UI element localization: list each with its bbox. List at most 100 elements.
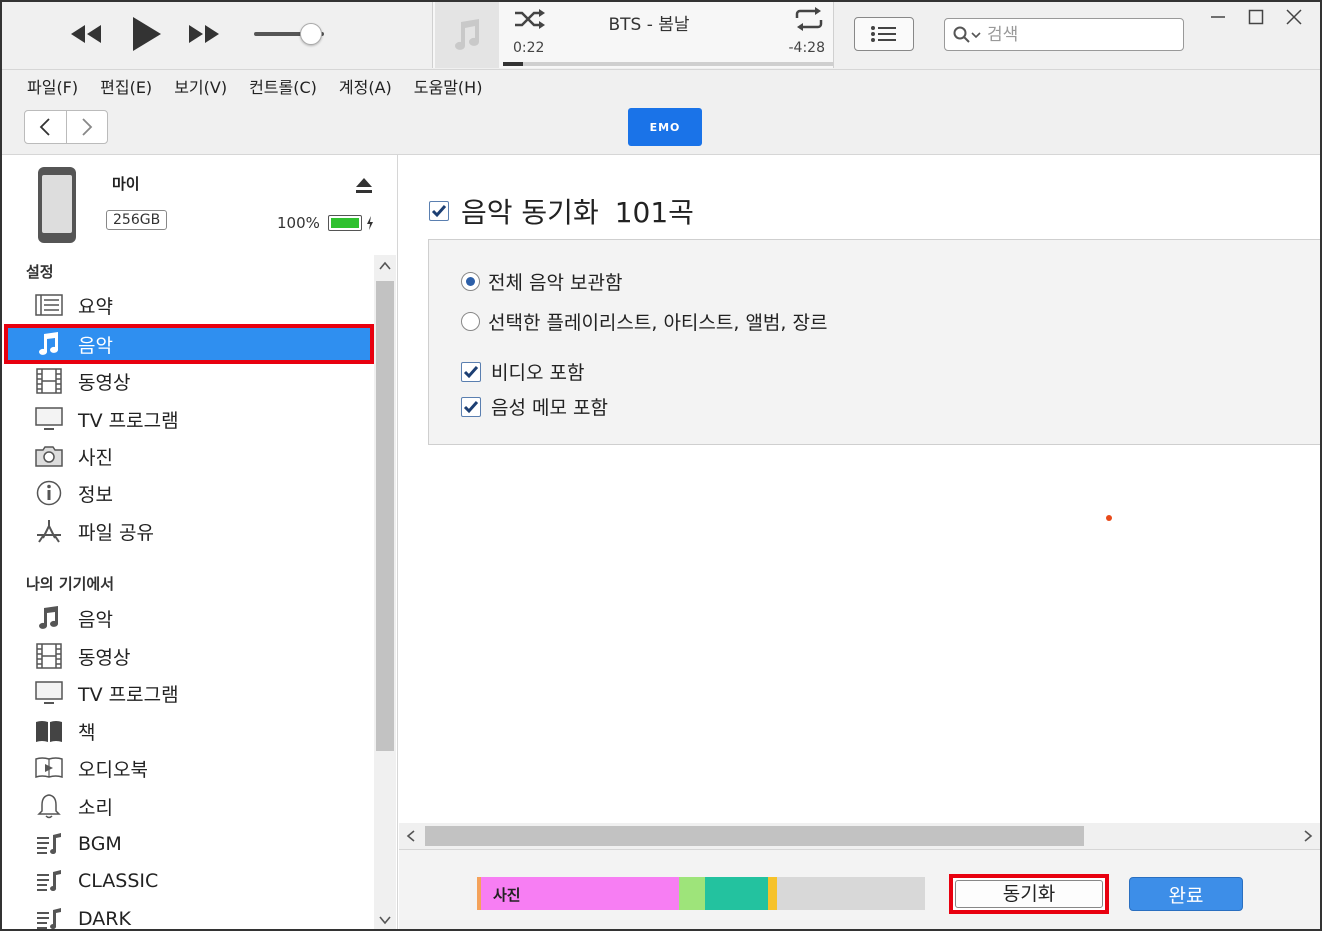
search-input[interactable] xyxy=(987,24,1157,45)
play-button[interactable] xyxy=(126,12,166,56)
back-button[interactable] xyxy=(25,111,67,143)
close-icon xyxy=(1286,9,1302,25)
storage-segment-label: 사진 xyxy=(493,886,521,904)
storage-segment-3 xyxy=(705,877,769,910)
menu-file[interactable]: 파일(F) xyxy=(16,74,89,98)
sidebar-item-info[interactable]: 정보 xyxy=(6,475,372,511)
menu-help[interactable]: 도움말(H) xyxy=(403,74,494,98)
sync-music-checkbox[interactable] xyxy=(429,201,449,221)
sidebar-item-label: 동영상 xyxy=(78,371,131,394)
sidebar-item-label: 음악 xyxy=(78,334,113,357)
cursor-dot xyxy=(1106,515,1112,521)
sidebar-item-device-movies[interactable]: 동영상 xyxy=(6,638,372,674)
sync-music-header: 음악 동기화 101곡 xyxy=(429,191,694,231)
battery-level xyxy=(331,218,359,228)
settings-header: 설정 xyxy=(26,263,54,281)
list-icon xyxy=(871,26,896,42)
sidebar-scrollbar[interactable] xyxy=(374,255,396,929)
radio-selected-items[interactable]: 선택한 플레이리스트, 아티스트, 앨범, 장르 xyxy=(461,308,827,335)
track-title: BTS - 봄날 xyxy=(608,15,690,35)
info-icon xyxy=(34,480,64,506)
on-device-header: 나의 기기에서 xyxy=(26,575,115,593)
scroll-up-icon[interactable] xyxy=(379,261,391,271)
include-video-option[interactable]: 비디오 포함 xyxy=(461,358,584,385)
sidebar-item-file-sharing[interactable]: 파일 공유 xyxy=(6,513,372,549)
chevron-right-icon xyxy=(82,118,93,136)
menu-account[interactable]: 계정(A) xyxy=(328,74,403,98)
sidebar-item-summary[interactable]: 요약 xyxy=(6,287,372,323)
checkmark-icon xyxy=(463,400,479,413)
search-icon xyxy=(953,26,981,43)
horizontal-scrollbar[interactable] xyxy=(399,823,1320,849)
film-icon xyxy=(34,643,64,669)
album-art xyxy=(435,2,499,68)
sidebar-item-device-tv-shows[interactable]: TV 프로그램 xyxy=(6,675,372,711)
menu-controls[interactable]: 컨트롤(C) xyxy=(238,74,328,98)
scroll-down-icon[interactable] xyxy=(379,915,391,925)
music-note-icon xyxy=(34,605,64,631)
sidebar-item-movies[interactable]: 동영상 xyxy=(6,363,372,399)
horizontal-scroll-thumb[interactable] xyxy=(425,826,1084,846)
sidebar-item-device-audiobooks[interactable]: 오디오북 xyxy=(6,750,372,786)
sidebar-item-tv-shows[interactable]: TV 프로그램 xyxy=(6,401,372,437)
minimize-button[interactable] xyxy=(1202,6,1234,28)
sidebar-item-label: DARK xyxy=(78,908,131,930)
scroll-left-icon[interactable] xyxy=(399,823,423,849)
phone-icon xyxy=(38,167,76,243)
remaining-time: -4:28 xyxy=(788,40,826,56)
sync-button[interactable]: 동기화 xyxy=(949,874,1109,914)
search-box[interactable] xyxy=(944,18,1184,51)
done-button[interactable]: 완료 xyxy=(1129,877,1243,911)
sidebar-item-playlist-bgm[interactable]: BGM xyxy=(6,826,372,862)
include-voice-memo-checkbox[interactable] xyxy=(461,396,481,417)
sync-song-count: 101곡 xyxy=(614,196,694,229)
app-store-icon xyxy=(34,518,64,544)
device-button[interactable]: EMO xyxy=(628,108,702,146)
device-name: 마이 xyxy=(112,175,140,193)
fast-forward-button[interactable] xyxy=(184,16,224,52)
playlist-icon xyxy=(34,831,64,857)
radio-label: 선택한 플레이리스트, 아티스트, 앨범, 장르 xyxy=(488,312,828,334)
up-next-button[interactable] xyxy=(854,17,914,51)
sidebar-item-playlist-classic[interactable]: CLASSIC xyxy=(6,863,372,899)
radio-button[interactable] xyxy=(461,272,480,291)
repeat-button[interactable] xyxy=(793,6,825,36)
playback-progress[interactable] xyxy=(503,62,833,66)
close-button[interactable] xyxy=(1278,6,1310,28)
book-icon xyxy=(34,718,64,744)
player-bar: BTS - 봄날 0:22 -4:28 xyxy=(2,2,1320,70)
sidebar-scroll-thumb[interactable] xyxy=(376,281,394,751)
sidebar-item-device-tones[interactable]: 소리 xyxy=(6,788,372,824)
camera-icon xyxy=(34,443,64,469)
eject-button[interactable] xyxy=(354,177,374,199)
radio-button[interactable] xyxy=(461,312,480,331)
menu-view[interactable]: 보기(V) xyxy=(163,74,238,98)
include-voice-memo-option[interactable]: 음성 메모 포함 xyxy=(461,393,608,420)
charging-icon xyxy=(367,216,373,230)
sidebar-item-label: 소리 xyxy=(78,796,113,819)
nav-bar: EMO xyxy=(2,101,1320,155)
radio-entire-library[interactable]: 전체 음악 보관함 xyxy=(461,268,622,295)
sidebar-item-device-books[interactable]: 책 xyxy=(6,713,372,749)
sidebar-item-device-music[interactable]: 음악 xyxy=(6,600,372,636)
elapsed-time: 0:22 xyxy=(513,40,545,56)
main-panel: 음악 동기화 101곡 전체 음악 보관함 선택한 플레이리스트, 아티스트, … xyxy=(399,155,1320,929)
sidebar-item-label: 오디오북 xyxy=(78,758,148,781)
play-icon xyxy=(133,17,161,51)
sync-music-title: 음악 동기화 xyxy=(461,196,599,229)
sync-options-box: 전체 음악 보관함 선택한 플레이리스트, 아티스트, 앨범, 장르 비디오 포… xyxy=(428,239,1320,445)
scroll-right-icon[interactable] xyxy=(1296,823,1320,849)
volume-knob[interactable] xyxy=(300,23,323,45)
sidebar-item-playlist-dark[interactable]: DARK xyxy=(6,901,372,930)
battery-percent: 100% xyxy=(277,214,320,232)
maximize-button[interactable] xyxy=(1240,6,1272,28)
storage-capacity-bar: 사진 xyxy=(477,877,925,910)
menu-edit[interactable]: 편집(E) xyxy=(89,74,163,98)
playlist-icon xyxy=(34,906,64,929)
sidebar-item-photos[interactable]: 사진 xyxy=(6,438,372,474)
forward-button[interactable] xyxy=(67,111,108,143)
sidebar-item-music[interactable]: 음악 xyxy=(4,324,374,364)
sidebar-item-label: 요약 xyxy=(78,295,113,318)
include-video-checkbox[interactable] xyxy=(461,361,481,382)
rewind-button[interactable] xyxy=(66,16,106,52)
